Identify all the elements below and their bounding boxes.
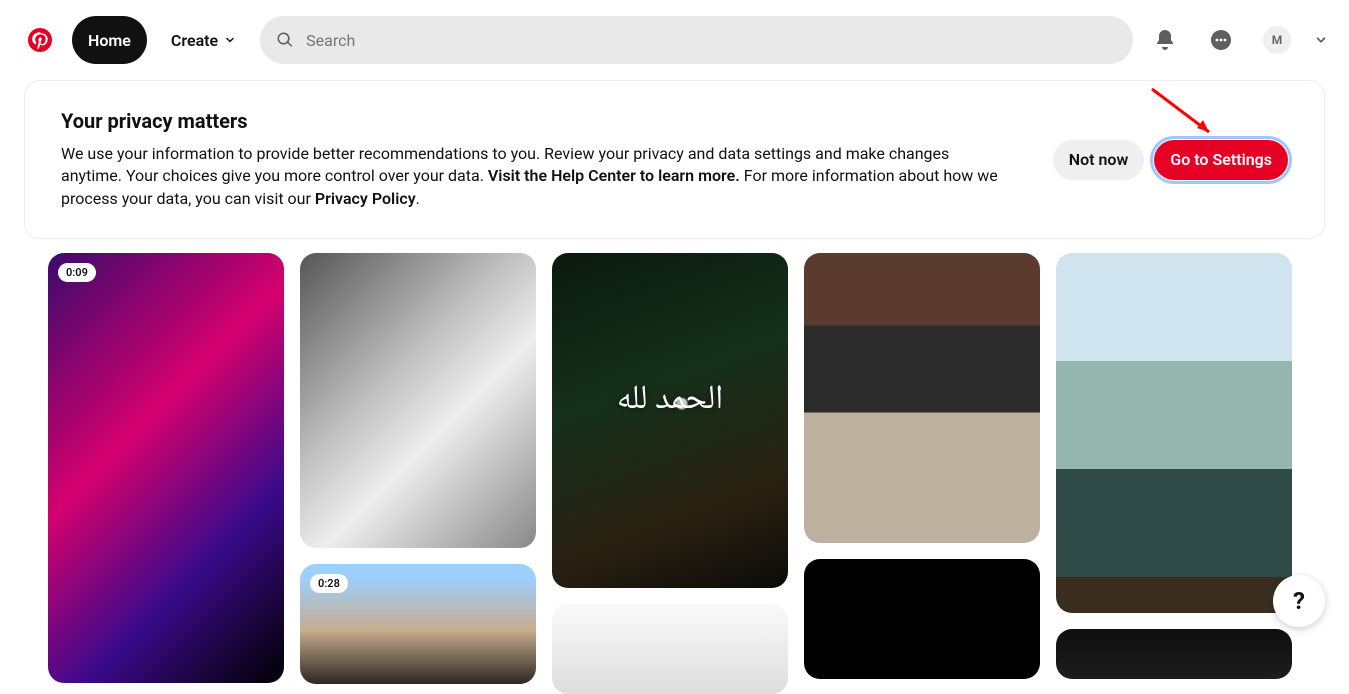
pin-column: الحمد لله	[552, 253, 788, 694]
pin-column: 0:28	[300, 253, 536, 694]
bell-icon	[1153, 28, 1177, 52]
pin-image	[552, 604, 788, 694]
video-duration-badge: 0:09	[58, 263, 96, 282]
search-icon	[276, 31, 294, 49]
home-button[interactable]: Home	[72, 16, 147, 64]
pin[interactable]	[804, 559, 1040, 679]
pins-grid: 0:09 0:28 الحمد لله	[48, 253, 1301, 694]
privacy-policy-link[interactable]: Privacy Policy	[315, 189, 416, 208]
pin[interactable]: 0:09	[48, 253, 284, 683]
privacy-body-part: .	[416, 189, 420, 208]
pin-image	[300, 253, 536, 548]
pin-column: 0:09	[48, 253, 284, 694]
pin-overlay-text: الحمد لله	[617, 372, 724, 430]
search-input[interactable]	[306, 31, 1117, 50]
pin-image	[1056, 253, 1292, 613]
create-label: Create	[171, 31, 218, 50]
pin[interactable]	[552, 604, 788, 694]
create-button[interactable]: Create	[155, 16, 252, 64]
privacy-body: We use your information to provide bette…	[61, 143, 1001, 210]
pin[interactable]	[804, 253, 1040, 543]
help-label: ?	[1293, 587, 1305, 615]
privacy-text: Your privacy matters We use your informa…	[61, 109, 1029, 210]
notifications-button[interactable]	[1141, 16, 1189, 64]
chevron-down-icon	[224, 34, 236, 46]
not-now-button[interactable]: Not now	[1053, 140, 1145, 180]
pin-image	[1056, 629, 1292, 679]
top-header: Home Create M	[0, 0, 1349, 80]
not-now-label: Not now	[1069, 150, 1129, 169]
search-bar[interactable]	[260, 16, 1133, 64]
pinterest-logo[interactable]	[16, 16, 64, 64]
chat-icon	[1209, 28, 1233, 52]
pin-column	[1056, 253, 1292, 694]
pin[interactable]	[1056, 253, 1292, 613]
account-menu-toggle[interactable]	[1309, 28, 1333, 52]
home-label: Home	[88, 31, 131, 50]
pin-image	[804, 559, 1040, 679]
go-to-settings-button[interactable]: Go to Settings	[1154, 140, 1288, 180]
pin[interactable]: الحمد لله	[552, 253, 788, 588]
go-to-settings-label: Go to Settings	[1170, 150, 1272, 169]
avatar-initial: M	[1272, 33, 1283, 47]
pin[interactable]: 0:28	[300, 564, 536, 684]
pin[interactable]	[1056, 629, 1292, 679]
account-button[interactable]: M	[1253, 16, 1301, 64]
pin-image	[48, 253, 284, 683]
avatar: M	[1263, 26, 1291, 54]
chevron-down-icon	[1314, 33, 1328, 47]
annotation-arrow	[1147, 84, 1227, 144]
pin[interactable]	[300, 253, 536, 548]
messages-button[interactable]	[1197, 16, 1245, 64]
help-center-link[interactable]: Visit the Help Center to learn more.	[488, 166, 740, 185]
video-duration-badge: 0:28	[310, 574, 348, 593]
help-button[interactable]: ?	[1273, 575, 1325, 627]
pin-image	[804, 253, 1040, 543]
pin-column	[804, 253, 1040, 694]
privacy-title: Your privacy matters	[61, 109, 1029, 133]
privacy-banner: Your privacy matters We use your informa…	[24, 80, 1325, 239]
privacy-actions: Not now Go to Settings	[1053, 140, 1288, 180]
